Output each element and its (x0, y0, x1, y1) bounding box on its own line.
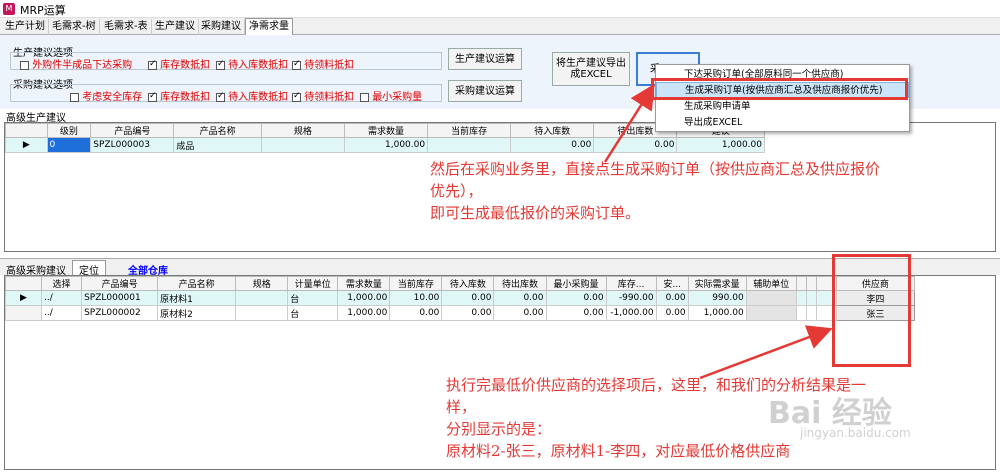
watermark-url: jingyan.baidu.com (800, 426, 911, 440)
annotation-text-1: 然后在采购业务里，直接点生成采购订单（按供应商汇总及供应报价 优先）， 即可生成… (430, 160, 881, 222)
arrow-to-supplier (699, 325, 833, 380)
arrow-to-menu (603, 83, 655, 163)
